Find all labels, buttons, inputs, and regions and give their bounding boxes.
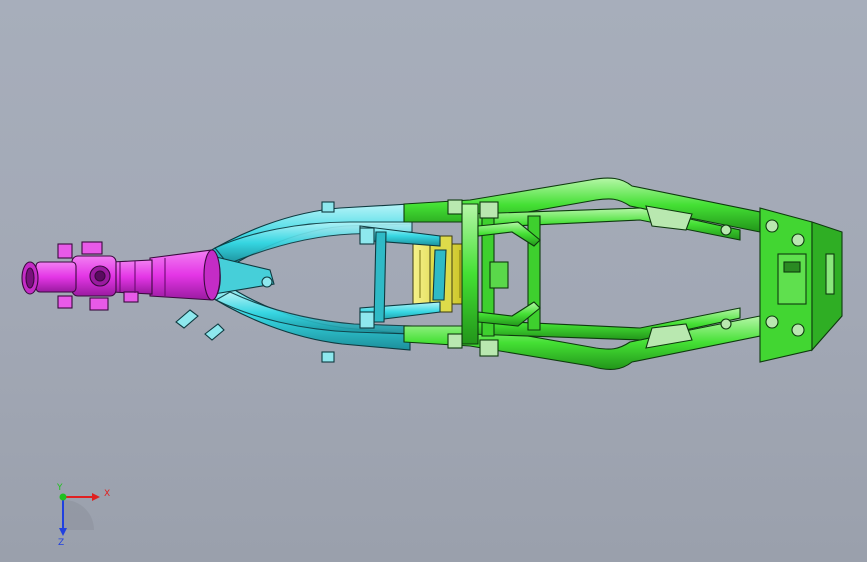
x-axis-label: X [104, 489, 110, 499]
triad-shadow [64, 500, 94, 530]
x-axis-arrowhead [92, 493, 100, 501]
z-axis-arrowhead [59, 528, 67, 536]
axis-triad: X Y Z [56, 483, 110, 548]
3d-viewport[interactable]: X Y Z [0, 0, 867, 562]
z-axis-label: Z [58, 538, 64, 548]
y-axis-label: Y [56, 483, 63, 493]
y-axis-dot [59, 493, 67, 501]
